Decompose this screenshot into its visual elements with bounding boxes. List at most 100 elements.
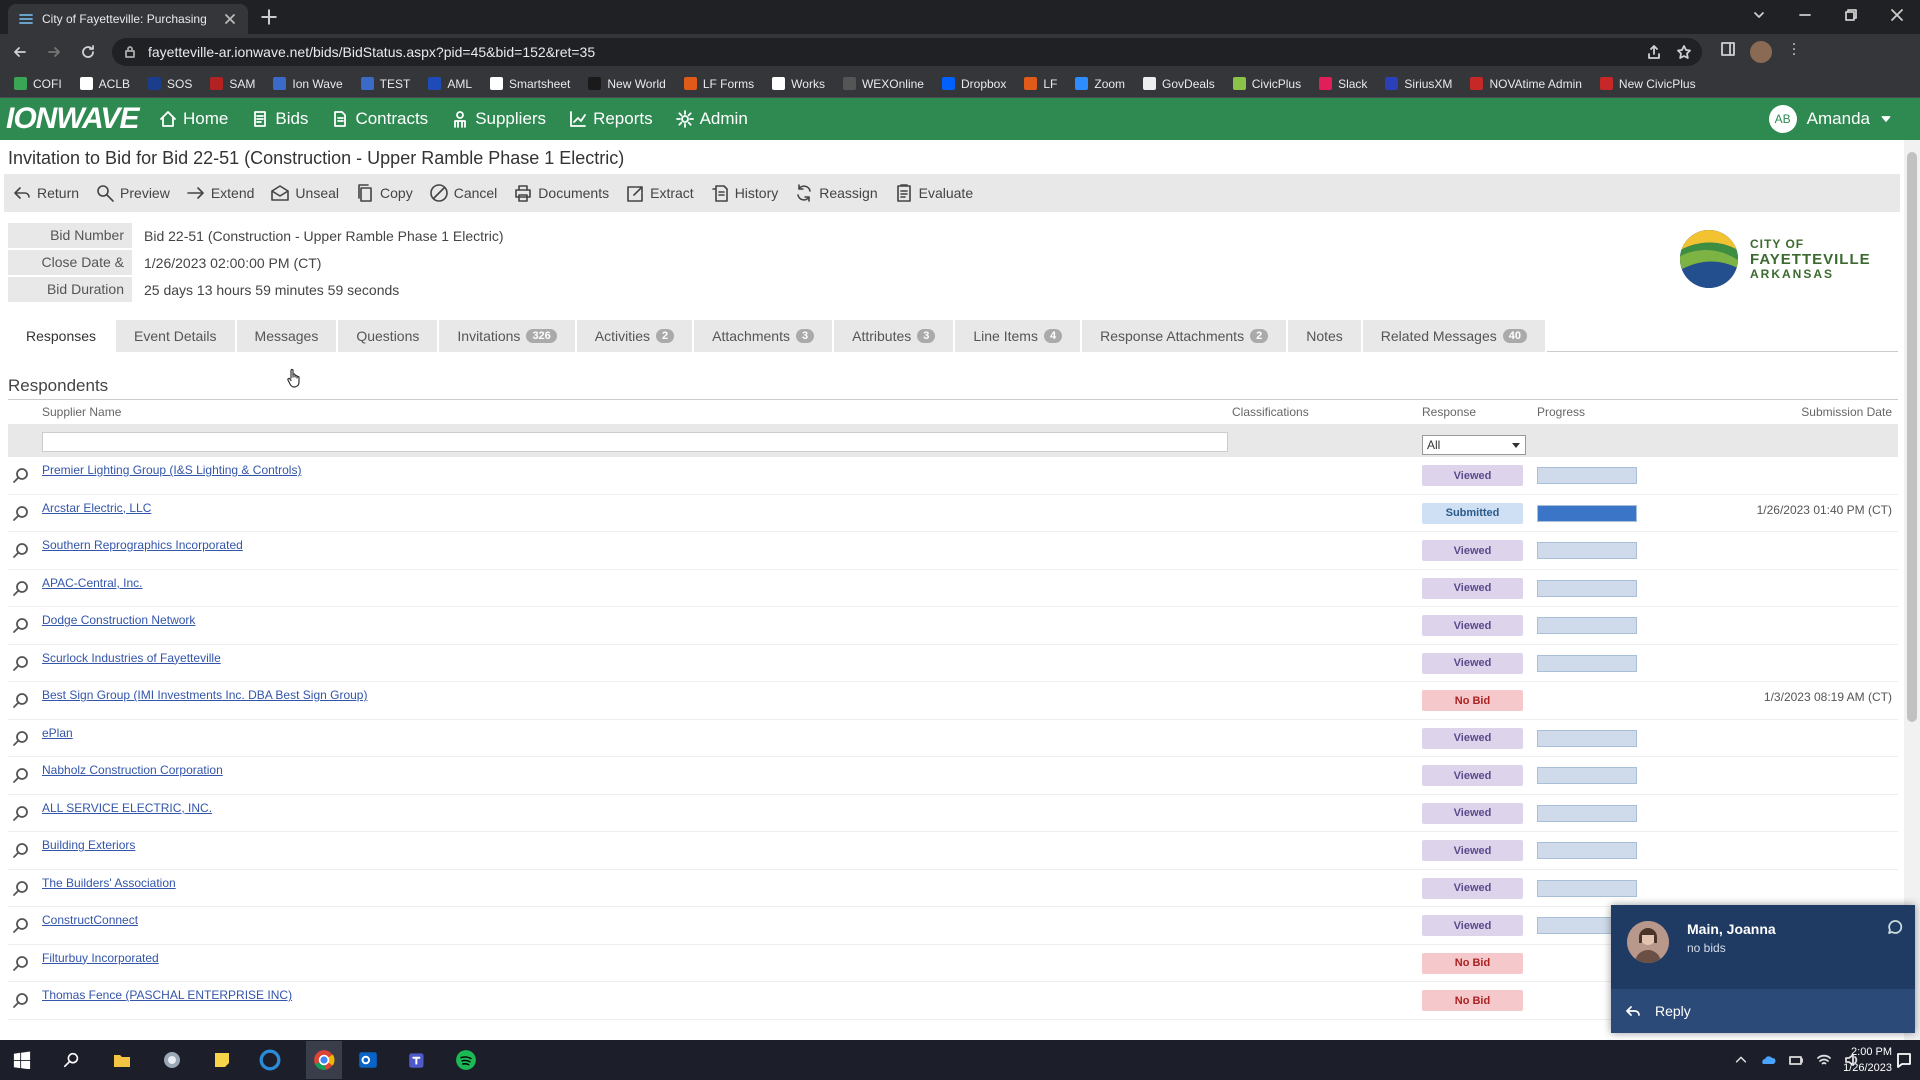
- browser-menu-icon[interactable]: [1786, 41, 1802, 57]
- extract-button[interactable]: Extract: [625, 183, 694, 203]
- chat-notification[interactable]: Main, Joanna no bids Reply: [1611, 905, 1915, 1033]
- extend-button[interactable]: Extend: [186, 183, 254, 203]
- supplier-name-link[interactable]: Arcstar Electric, LLC: [42, 501, 151, 515]
- tab-event-details[interactable]: Event Details: [116, 320, 237, 352]
- battery-icon[interactable]: [1788, 1052, 1804, 1068]
- scrollbar-thumb[interactable]: [1907, 152, 1917, 722]
- ionwave-logo[interactable]: IONWAVE: [6, 102, 158, 136]
- bookmark-sos[interactable]: SOS: [148, 77, 192, 91]
- edge-browser-icon[interactable]: [256, 1046, 284, 1074]
- view-response-icon[interactable]: [12, 917, 30, 935]
- search-taskbar-icon[interactable]: [58, 1046, 86, 1074]
- bookmark-slack[interactable]: Slack: [1319, 77, 1367, 91]
- col-response[interactable]: Response: [1422, 405, 1476, 419]
- view-response-icon[interactable]: [12, 692, 30, 710]
- taskbar-clock[interactable]: 2:00 PM 1/26/2023: [1843, 1044, 1892, 1076]
- bookmark-civicplus[interactable]: CivicPlus: [1232, 77, 1301, 91]
- reply-button[interactable]: Reply: [1611, 989, 1915, 1033]
- bookmark-aclb[interactable]: ACLB: [79, 77, 130, 91]
- preview-button[interactable]: Preview: [95, 183, 170, 203]
- minimize-icon[interactable]: [1782, 0, 1828, 30]
- unseal-button[interactable]: Unseal: [270, 183, 339, 203]
- bookmark-lf-forms[interactable]: LF Forms: [683, 77, 754, 91]
- bookmark-aml[interactable]: AML: [428, 77, 472, 91]
- supplier-name-link[interactable]: Scurlock Industries of Fayetteville: [42, 651, 221, 665]
- bookmark-zoom[interactable]: Zoom: [1075, 77, 1125, 91]
- view-response-icon[interactable]: [12, 767, 30, 785]
- forward-icon[interactable]: [40, 38, 68, 66]
- tab-response-attachments[interactable]: Response Attachments 2: [1082, 320, 1289, 352]
- view-response-icon[interactable]: [12, 992, 30, 1010]
- supplier-name-link[interactable]: Nabholz Construction Corporation: [42, 763, 223, 777]
- bookmark-wexonline[interactable]: WEXOnline: [842, 77, 924, 91]
- cancel-button[interactable]: Cancel: [429, 183, 497, 203]
- tab-responses[interactable]: Responses: [8, 320, 117, 352]
- nav-reports[interactable]: Reports: [568, 109, 653, 129]
- teams-icon[interactable]: [404, 1046, 432, 1074]
- supplier-name-link[interactable]: Filturbuy Incorporated: [42, 951, 159, 965]
- bookmark-govdeals[interactable]: GovDeals: [1143, 77, 1215, 91]
- supplier-name-link[interactable]: Southern Reprographics Incorporated: [42, 538, 243, 552]
- bookmark-works[interactable]: Works: [772, 77, 825, 91]
- tray-chevron-icon[interactable]: [1734, 1052, 1748, 1068]
- bookmark-ion-wave[interactable]: Ion Wave: [273, 77, 343, 91]
- supplier-name-link[interactable]: Thomas Fence (PASCHAL ENTERPRISE INC): [42, 988, 292, 1002]
- bookmark-new-civicplus[interactable]: New CivicPlus: [1599, 77, 1696, 91]
- back-icon[interactable]: [6, 38, 34, 66]
- tab-messages[interactable]: Messages: [236, 320, 339, 352]
- nav-suppliers[interactable]: Suppliers: [450, 109, 546, 129]
- snipping-tool-icon[interactable]: [158, 1046, 186, 1074]
- bookmark-cofi[interactable]: COFI: [14, 77, 62, 91]
- side-panel-icon[interactable]: [1720, 41, 1736, 57]
- sticky-notes-icon[interactable]: [208, 1046, 236, 1074]
- view-response-icon[interactable]: [12, 617, 30, 635]
- copy-button[interactable]: Copy: [355, 183, 413, 203]
- view-response-icon[interactable]: [12, 505, 30, 523]
- view-response-icon[interactable]: [12, 955, 30, 973]
- bookmark-novatime-admin[interactable]: NOVAtime Admin: [1470, 77, 1582, 91]
- tab-activities[interactable]: Activities 2: [576, 320, 695, 352]
- tab-attributes[interactable]: Attributes 3: [834, 320, 956, 352]
- share-icon[interactable]: [1646, 44, 1662, 60]
- close-tab-icon[interactable]: [222, 11, 238, 27]
- file-explorer-icon[interactable]: [108, 1046, 136, 1074]
- tab-related-messages[interactable]: Related Messages 40: [1362, 320, 1547, 352]
- tab-line-items[interactable]: Line Items 4: [955, 320, 1083, 352]
- supplier-name-link[interactable]: Dodge Construction Network: [42, 613, 195, 627]
- view-response-icon[interactable]: [12, 655, 30, 673]
- browser-tab[interactable]: City of Fayetteville: Purchasing: [8, 4, 248, 34]
- view-response-icon[interactable]: [12, 842, 30, 860]
- col-progress[interactable]: Progress: [1537, 405, 1585, 419]
- evaluate-button[interactable]: Evaluate: [894, 183, 973, 203]
- tab-invitations[interactable]: Invitations 326: [439, 320, 577, 352]
- response-filter-select[interactable]: All: [1422, 435, 1526, 455]
- supplier-name-link[interactable]: ConstructConnect: [42, 913, 138, 927]
- bookmark-lf[interactable]: LF: [1024, 77, 1057, 91]
- user-menu[interactable]: AB Amanda: [1768, 105, 1892, 133]
- col-supplier-name[interactable]: Supplier Name: [42, 405, 121, 419]
- chat-bubble-icon[interactable]: [1887, 919, 1903, 935]
- chrome-taskbar-icon[interactable]: [306, 1041, 342, 1079]
- view-response-icon[interactable]: [12, 467, 30, 485]
- bookmark-siriusxm[interactable]: SiriusXM: [1385, 77, 1452, 91]
- view-response-icon[interactable]: [12, 730, 30, 748]
- view-response-icon[interactable]: [12, 580, 30, 598]
- col-classifications[interactable]: Classifications: [1232, 405, 1309, 419]
- nav-home[interactable]: Home: [158, 109, 228, 129]
- tab-search-icon[interactable]: [1736, 0, 1782, 30]
- tab-attachments[interactable]: Attachments 3: [694, 320, 835, 352]
- return-button[interactable]: Return: [12, 183, 79, 203]
- notification-center-icon[interactable]: [1896, 1052, 1912, 1068]
- supplier-name-link[interactable]: ALL SERVICE ELECTRIC, INC.: [42, 801, 212, 815]
- supplier-name-link[interactable]: Premier Lighting Group (I&S Lighting & C…: [42, 463, 301, 477]
- reload-icon[interactable]: [74, 38, 102, 66]
- supplier-name-link[interactable]: Best Sign Group (IMI Investments Inc. DB…: [42, 688, 367, 702]
- col-submission-date[interactable]: Submission Date: [1801, 405, 1892, 419]
- bookmark-test[interactable]: TEST: [360, 77, 410, 91]
- close-window-icon[interactable]: [1874, 0, 1920, 30]
- view-response-icon[interactable]: [12, 542, 30, 560]
- new-tab-icon[interactable]: [260, 8, 278, 26]
- bookmark-star-icon[interactable]: [1676, 44, 1692, 60]
- view-response-icon[interactable]: [12, 880, 30, 898]
- profile-avatar[interactable]: [1750, 41, 1772, 63]
